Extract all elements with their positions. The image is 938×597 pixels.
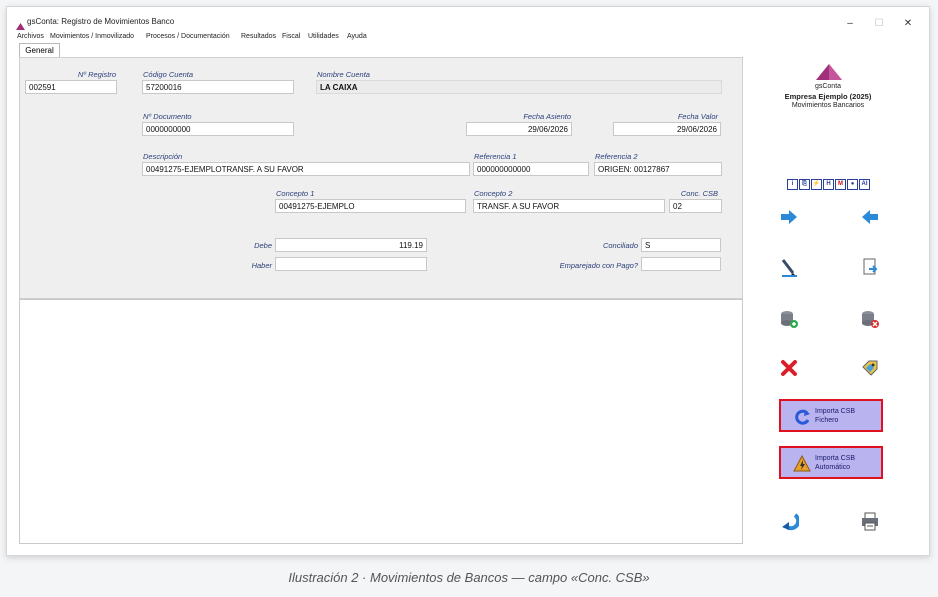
codigo-cuenta-label: Código Cuenta — [143, 70, 194, 79]
concepto1-field[interactable]: 00491275-EJEMPLO — [275, 199, 466, 213]
dot-mini-button[interactable]: ● — [847, 179, 858, 190]
codigo-cuenta-field[interactable]: 57200016 — [142, 80, 294, 94]
window-title: gsConta: Registro de Movimientos Banco — [27, 17, 175, 26]
fecha-valor-field[interactable]: 29/06/2026 — [613, 122, 721, 136]
database-remove-icon[interactable] — [860, 309, 880, 329]
ai-mini-button[interactable]: AI — [859, 179, 870, 190]
concepto1-label: Concepto 1 — [276, 189, 315, 198]
tab-general[interactable]: General — [19, 43, 60, 58]
import-auto-line1: Importa CSB — [815, 455, 856, 462]
h-mini-button[interactable]: H — [823, 179, 834, 190]
app-name: gsConta — [814, 83, 842, 90]
import-auto-line2: Automático — [815, 464, 851, 471]
return-arrow-icon[interactable] — [779, 511, 801, 531]
menu-movimientos[interactable]: Movimientos / Inmovilizado — [50, 33, 134, 40]
concepto2-label: Concepto 2 — [474, 189, 513, 198]
conc-csb-label: Conc. CSB — [680, 189, 718, 198]
haber-label: Haber — [251, 261, 272, 270]
debe-label: Debe — [254, 241, 272, 250]
figure-caption: Ilustración 2 · Movimientos de Bancos — … — [288, 570, 650, 585]
copy-mini-button[interactable]: ⎘ — [799, 179, 810, 190]
records-grid-area[interactable] — [19, 299, 743, 544]
minimize-button[interactable]: – — [840, 18, 860, 29]
haber-field[interactable] — [275, 257, 427, 271]
database-add-icon[interactable] — [779, 309, 799, 329]
conc-csb-field[interactable]: 02 — [669, 199, 722, 213]
fecha-asiento-field[interactable]: 29/06/2026 — [466, 122, 572, 136]
tag-label-icon[interactable] — [860, 358, 880, 378]
import-csb-file-button[interactable]: Importa CSB Fichero — [779, 399, 883, 432]
print-icon[interactable] — [860, 511, 880, 531]
n-registro-field[interactable]: 002591 — [25, 80, 117, 94]
right-toolbar: gsConta Empresa Ejemplo (2025) Movimient… — [745, 57, 911, 542]
gsconta-logo-icon — [816, 64, 842, 85]
menu-fiscal[interactable]: Fiscal — [282, 33, 300, 40]
referencia1-label: Referencia 1 — [474, 152, 517, 161]
n-documento-label: Nº Documento — [143, 112, 192, 121]
maximize-button[interactable]: ☐ — [869, 18, 889, 29]
m-mini-button[interactable]: M — [835, 179, 846, 190]
n-registro-label: Nº Registro — [77, 70, 116, 79]
menu-ayuda[interactable]: Ayuda — [347, 33, 367, 40]
import-file-line1: Importa CSB — [815, 408, 856, 415]
close-button[interactable]: ✕ — [898, 18, 918, 29]
import-file-text: Importa CSB Fichero — [815, 407, 855, 425]
company-name: Empresa Ejemplo (2025) — [784, 92, 872, 101]
menu-bar: Archivos Movimientos / Inmovilizado Proc… — [17, 33, 417, 43]
module-name: Movimientos Bancarios — [791, 102, 865, 109]
fecha-valor-label: Fecha Valor — [677, 112, 718, 121]
import-file-icon — [793, 408, 811, 431]
conciliado-field[interactable]: S — [641, 238, 721, 252]
fecha-asiento-label: Fecha Asiento — [523, 112, 571, 121]
referencia2-label: Referencia 2 — [595, 152, 638, 161]
import-file-line2: Fichero — [815, 417, 839, 424]
menu-resultados[interactable]: Resultados — [241, 33, 276, 40]
edit-pen-icon[interactable] — [779, 257, 799, 277]
conciliado-label: Conciliado — [602, 241, 638, 250]
referencia1-field[interactable]: 000000000000 — [473, 162, 589, 176]
nombre-cuenta-label: Nombre Cuenta — [317, 70, 370, 79]
flash-mini-button[interactable]: ⚡ — [811, 179, 822, 190]
nombre-cuenta-field: LA CAIXA — [316, 80, 722, 94]
menu-utilidades[interactable]: Utilidades — [308, 33, 339, 40]
menu-archivos[interactable]: Archivos — [17, 33, 44, 40]
emparejado-field[interactable] — [641, 257, 721, 271]
delete-x-icon[interactable] — [779, 358, 799, 378]
descripcion-field[interactable]: 00491275-EJEMPLOTRANSF. A SU FAVOR — [142, 162, 470, 176]
export-document-icon[interactable] — [860, 257, 880, 277]
form-panel: Nº Registro 002591 Código Cuenta 5720001… — [19, 57, 743, 299]
debe-field[interactable]: 119.19 — [275, 238, 427, 252]
n-documento-field[interactable]: 0000000000 — [142, 122, 294, 136]
concepto2-field[interactable]: TRANSF. A SU FAVOR — [473, 199, 665, 213]
import-auto-text: Importa CSB Automático — [815, 454, 855, 472]
previous-arrow-icon[interactable] — [860, 207, 880, 227]
emparejado-label: Emparejado con Pago? — [559, 261, 638, 270]
next-arrow-icon[interactable] — [779, 207, 799, 227]
info-mini-button[interactable]: i — [787, 179, 798, 190]
descripcion-label: Descripción — [143, 152, 183, 161]
menu-procesos[interactable]: Procesos / Documentación — [146, 33, 230, 40]
import-csb-auto-button[interactable]: Importa CSB Automático — [779, 446, 883, 479]
import-auto-icon — [793, 454, 811, 478]
referencia2-field[interactable]: ORIGEN: 00127867 — [594, 162, 722, 176]
